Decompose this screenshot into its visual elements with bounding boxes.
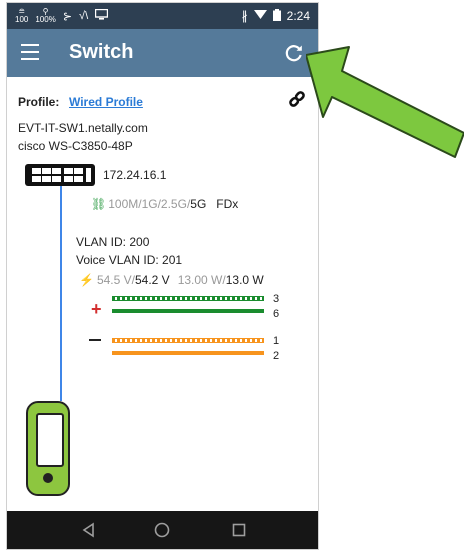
switch-details: Profile: Wired Profile EVT-IT-SW1.netall… bbox=[7, 77, 318, 511]
power-inactive: 13.00 W/ bbox=[177, 273, 226, 287]
refresh-icon[interactable] bbox=[282, 41, 306, 65]
pair-6-solid bbox=[112, 309, 264, 313]
minus-sign bbox=[89, 339, 101, 341]
pair-number-1: 1 bbox=[273, 335, 280, 347]
pair-number-6: 6 bbox=[273, 308, 280, 320]
battery-icon bbox=[272, 8, 281, 24]
power-active: 13.0 W bbox=[225, 273, 264, 287]
link-status-icon: ⛓ bbox=[91, 197, 107, 211]
monitor-icon bbox=[94, 8, 109, 23]
wifi-icon bbox=[253, 9, 267, 23]
signal-wave-icon: √\ bbox=[79, 10, 89, 22]
wifi-strength-indicator: ≘ 100 bbox=[15, 7, 29, 24]
poe-lightning-icon: ⚡ bbox=[79, 273, 94, 287]
search-level-indicator: ⚲ 100% bbox=[35, 7, 56, 24]
nav-bar bbox=[7, 511, 318, 549]
voice-vlan-id: Voice VLAN ID: 201 bbox=[76, 253, 183, 267]
recents-icon[interactable] bbox=[229, 520, 249, 540]
switch-icon bbox=[25, 164, 95, 186]
back-icon[interactable] bbox=[79, 520, 99, 540]
clock-time: 2:24 bbox=[286, 9, 310, 23]
antenna-icon: ⊱ bbox=[62, 10, 73, 23]
profile-link[interactable]: Wired Profile bbox=[69, 95, 143, 109]
pair-1-stripe bbox=[112, 338, 264, 343]
switch-model: cisco WS-C3850-48P bbox=[18, 139, 133, 153]
home-icon[interactable] bbox=[152, 520, 172, 540]
plus-sign: + bbox=[91, 299, 102, 319]
speed-inactive: 100M/1G/2.5G/ bbox=[108, 197, 191, 211]
hamburger-menu-icon[interactable] bbox=[21, 44, 39, 60]
voltage-inactive: 54.5 V/ bbox=[96, 273, 135, 287]
pair-3-stripe bbox=[112, 296, 264, 301]
app-bar: Switch bbox=[7, 29, 318, 77]
cable-line bbox=[60, 186, 62, 401]
page-title: Switch bbox=[69, 41, 134, 63]
status-bar: ≘ 100 ⚲ 100% ⊱ √\ ∦ 2:24 bbox=[7, 3, 318, 29]
switch-hostname: EVT-IT-SW1.netally.com bbox=[18, 121, 148, 135]
speed-active: 5G bbox=[190, 197, 207, 211]
annotation-arrow bbox=[306, 46, 464, 158]
switch-ip: 172.24.16.1 bbox=[103, 168, 167, 182]
voltage-active: 54.2 V bbox=[134, 273, 170, 287]
duplex: FDx bbox=[216, 197, 239, 211]
pair-number-3: 3 bbox=[273, 293, 280, 305]
pair-2-solid bbox=[112, 351, 264, 355]
bluetooth-icon: ∦ bbox=[241, 9, 248, 23]
phone-screen: ≘ 100 ⚲ 100% ⊱ √\ ∦ 2:24 Switch Profile:… bbox=[6, 2, 319, 550]
vlan-id: VLAN ID: 200 bbox=[76, 235, 150, 249]
profile-label: Profile: bbox=[18, 95, 60, 109]
link-speed: ⛓ 100M/1G/2.5G/5G FDx bbox=[91, 197, 238, 211]
tester-device-icon bbox=[26, 401, 70, 496]
pair-number-2: 2 bbox=[273, 350, 280, 362]
link-icon[interactable] bbox=[288, 90, 306, 108]
poe-readout: ⚡ 54.5 V/54.2 V 13.00 W/13.0 W bbox=[79, 273, 264, 287]
